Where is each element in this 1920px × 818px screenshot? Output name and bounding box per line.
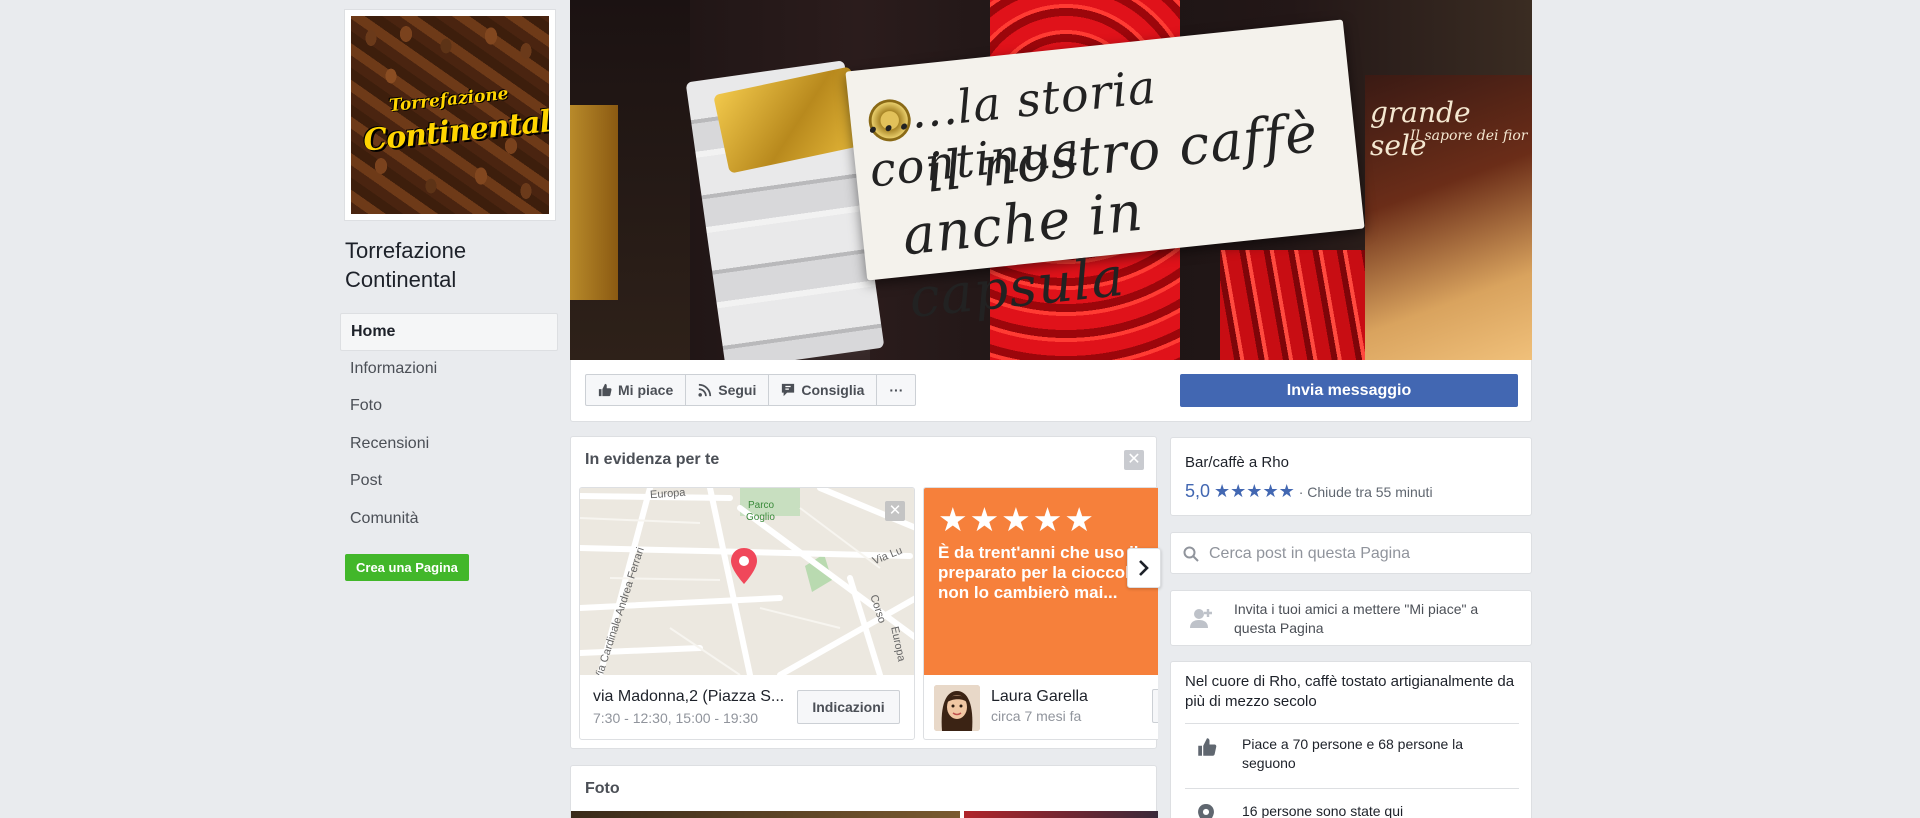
review-tile[interactable]: ★★★★★ È da trent'anni che uso il prepara… xyxy=(923,487,1158,740)
featured-card: In evidenza per te ✕ Europa Parco Goglio… xyxy=(570,436,1161,749)
close-icon[interactable]: ✕ xyxy=(1124,450,1144,470)
location-pin-icon xyxy=(1198,804,1214,818)
review-text: È da trent'anni che uso il preparato per… xyxy=(938,543,1155,602)
divider xyxy=(1185,723,1519,724)
nav-item-recensioni[interactable]: Recensioni xyxy=(340,426,558,464)
page-title[interactable]: Torrefazione Continental xyxy=(345,236,555,294)
like-button[interactable]: Mi piace xyxy=(586,375,687,405)
avatar-image xyxy=(934,685,980,731)
page-category[interactable]: Bar/caffè a Rho xyxy=(1185,454,1289,471)
review-stars: ★★★★★ xyxy=(938,501,1096,538)
about-card: Nel cuore di Rho, caffè tostato artigian… xyxy=(1170,661,1532,818)
nav-item-comunita[interactable]: Comunità xyxy=(340,501,558,539)
action-button-group: Mi piace Segui Consiglia ··· xyxy=(585,374,917,406)
map-label-goglio: Goglio xyxy=(746,512,775,523)
search-input[interactable] xyxy=(1209,541,1519,567)
add-friend-icon xyxy=(1190,609,1212,628)
photos-card: Foto xyxy=(570,765,1158,818)
search-icon xyxy=(1183,546,1199,562)
cover-box-subtitle: Il sapore dei fior xyxy=(1410,128,1528,144)
rating-stars-icon: ★★★★★ xyxy=(1214,481,1295,501)
map-pin-icon xyxy=(731,548,757,584)
create-page-button[interactable]: Crea una Pagina xyxy=(345,554,469,581)
invite-card[interactable]: Invita i tuoi amici a mettere "Mi piace"… xyxy=(1170,590,1532,646)
more-options-button[interactable]: ··· xyxy=(877,375,915,405)
review-time: circa 7 mesi fa xyxy=(991,708,1082,724)
location-map[interactable]: Europa Parco Goglio Via Lu Via Cardinale… xyxy=(580,488,914,675)
recommend-button-label: Consiglia xyxy=(801,382,865,398)
follow-button-label: Segui xyxy=(718,382,757,398)
nav-item-foto[interactable]: Foto xyxy=(340,388,558,426)
likes-text: Piace a 70 persone e 68 persone la seguo… xyxy=(1242,736,1464,771)
photos-title[interactable]: Foto xyxy=(585,780,620,798)
checkins-text: 16 persone sono state qui xyxy=(1242,803,1404,818)
nav-item-post[interactable]: Post xyxy=(340,463,558,501)
profile-logo-image: Torrefazione Continental xyxy=(351,16,549,214)
review-highlight: ★★★★★ È da trent'anni che uso il prepara… xyxy=(924,488,1158,675)
photo-thumb[interactable] xyxy=(963,811,1158,818)
photo-thumb[interactable] xyxy=(571,811,960,818)
invite-text: Invita i tuoi amici a mettere "Mi piace"… xyxy=(1234,601,1479,636)
location-address: via Madonna,2 (Piazza S... xyxy=(593,688,785,705)
cover-sign: ......la storia continua il nostro caffè… xyxy=(845,19,1365,330)
more-icon: ··· xyxy=(889,382,904,398)
recommend-button[interactable]: Consiglia xyxy=(769,375,878,405)
rating-value: 5,0 xyxy=(1185,481,1211,501)
rss-icon xyxy=(698,383,712,397)
review-action-button[interactable]: M xyxy=(1152,689,1158,723)
thumbs-up-icon xyxy=(1198,738,1217,756)
map-label-parco: Parco xyxy=(748,500,775,511)
follow-button[interactable]: Segui xyxy=(686,375,770,405)
page-rating[interactable]: 5,0 ★★★★★ · Chiude tra 55 minuti xyxy=(1185,481,1433,502)
nav-item-home[interactable]: Home xyxy=(340,313,558,351)
page-search-box xyxy=(1170,532,1532,574)
divider xyxy=(1185,788,1519,789)
opening-status: · Chiude tra 55 minuti xyxy=(1298,483,1433,500)
send-message-button[interactable]: Invia messaggio xyxy=(1180,374,1518,407)
page-action-bar: Mi piace Segui Consiglia ··· Invia messa… xyxy=(570,360,1532,422)
page-nav: Home Informazioni Foto Recensioni Post C… xyxy=(340,313,558,538)
featured-title: In evidenza per te xyxy=(585,451,720,468)
nav-item-informazioni[interactable]: Informazioni xyxy=(340,351,558,389)
profile-picture[interactable]: Torrefazione Continental xyxy=(344,9,556,221)
chevron-right-icon xyxy=(1139,560,1149,576)
cover-photo[interactable]: grande sele Il sapore dei fior ......la … xyxy=(570,0,1532,360)
photo-strip xyxy=(571,811,1158,818)
thumbs-up-icon xyxy=(598,383,612,397)
cover-left-pack xyxy=(570,105,618,300)
location-tile[interactable]: Europa Parco Goglio Via Lu Via Cardinale… xyxy=(579,487,915,740)
carousel-next-button[interactable] xyxy=(1127,548,1161,588)
about-description: Nel cuore di Rho, caffè tostato artigian… xyxy=(1185,673,1515,710)
map-close-icon[interactable]: ✕ xyxy=(885,501,905,521)
reviewer-name[interactable]: Laura Garella xyxy=(991,688,1088,706)
location-hours: 7:30 - 12:30, 15:00 - 19:30 xyxy=(593,710,759,726)
directions-button[interactable]: Indicazioni xyxy=(797,690,900,724)
like-button-label: Mi piace xyxy=(618,382,674,398)
avatar[interactable] xyxy=(934,685,980,731)
speech-bubble-icon xyxy=(782,383,795,397)
page-info-card: Bar/caffè a Rho 5,0 ★★★★★ · Chiude tra 5… xyxy=(1170,437,1532,516)
